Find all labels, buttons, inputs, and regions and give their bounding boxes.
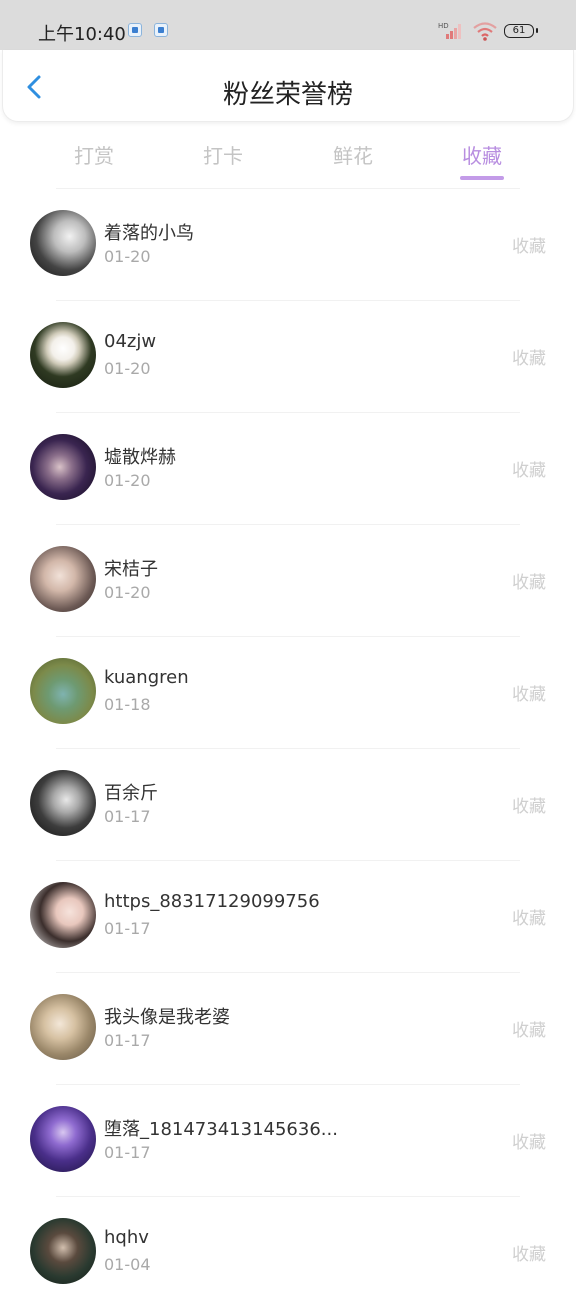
favorite-label: 收藏 [512,573,546,593]
user-name: kuangren [104,667,189,688]
favorite-label: 收藏 [512,797,546,817]
list-item[interactable]: 04zjw 01-20 收藏 [0,300,576,412]
avatar[interactable] [30,1218,96,1284]
date: 01-20 [104,359,151,378]
avatar[interactable] [30,994,96,1060]
avatar[interactable] [30,434,96,500]
divider [56,188,520,189]
date: 01-17 [104,1031,151,1050]
list-item[interactable]: 墟散烨赫 01-20 收藏 [0,412,576,524]
list-item[interactable]: 着落的小鸟 01-20 收藏 [0,188,576,300]
status-bar: 上午10:40 HD 61 [0,0,576,50]
user-name: 着落的小鸟 [104,223,194,244]
date: 01-18 [104,695,151,714]
tab-bar: 打赏 打卡 鲜花 收藏 [0,122,576,184]
favorite-label: 收藏 [512,237,546,257]
favorite-label: 收藏 [512,1021,546,1041]
divider [56,748,520,749]
list-item[interactable]: 百余斤 01-17 收藏 [0,748,576,860]
tab-favorites[interactable]: 收藏 [442,140,522,169]
favorite-label: 收藏 [512,1245,546,1265]
tab-checkin[interactable]: 打卡 [183,140,263,169]
divider [56,300,520,301]
user-name: 宋桔子 [104,559,158,580]
avatar[interactable] [30,1106,96,1172]
signal-icon: HD [438,22,461,39]
user-name: 我头像是我老婆 [104,1007,230,1028]
page-title: 粉丝荣誉榜 [222,80,353,110]
divider [56,1196,520,1197]
date: 01-20 [104,583,151,602]
avatar[interactable] [30,882,96,948]
divider [56,860,520,861]
user-name: hqhv [104,1227,149,1248]
date: 01-17 [104,919,151,938]
favorite-label: 收藏 [512,685,546,705]
favorite-label: 收藏 [512,1133,546,1153]
wifi-icon [473,22,497,41]
tab-flowers[interactable]: 鲜花 [313,140,393,169]
battery-icon: 61 [504,24,538,38]
active-tab-indicator [460,176,504,180]
list-item[interactable]: hqhv 01-04 收藏 [0,1196,576,1308]
date: 01-20 [104,247,151,266]
list-item[interactable]: 堕落_181473413145636... 01-17 收藏 [0,1084,576,1196]
divider [56,972,520,973]
user-name: https_88317129099756 [104,891,320,912]
divider [56,636,520,637]
svg-text:HD: HD [438,22,449,30]
user-name: 04zjw [104,331,157,352]
list-item[interactable]: kuangren 01-18 收藏 [0,636,576,748]
favorite-label: 收藏 [512,349,546,369]
tab-tip[interactable]: 打赏 [54,140,134,169]
user-name: 墟散烨赫 [104,447,176,468]
notification-app-icon [154,23,168,37]
date: 01-04 [104,1255,151,1274]
header-bar: 粉丝荣誉榜 [2,50,574,122]
list-item[interactable]: https_88317129099756 01-17 收藏 [0,860,576,972]
date: 01-17 [104,807,151,826]
divider [56,1084,520,1085]
notification-app-icon [128,23,142,37]
divider [56,524,520,525]
divider [56,412,520,413]
favorite-label: 收藏 [512,909,546,929]
list-item[interactable]: 我头像是我老婆 01-17 收藏 [0,972,576,1084]
avatar[interactable] [30,210,96,276]
avatar[interactable] [30,770,96,836]
user-name: 堕落_181473413145636... [104,1119,338,1140]
status-time: 上午10:40 [38,24,126,45]
avatar[interactable] [30,658,96,724]
favorite-label: 收藏 [512,461,546,481]
user-name: 百余斤 [104,783,158,804]
date: 01-20 [104,471,151,490]
avatar[interactable] [30,322,96,388]
avatar[interactable] [30,546,96,612]
date: 01-17 [104,1143,151,1162]
list-item[interactable]: 宋桔子 01-20 收藏 [0,524,576,636]
